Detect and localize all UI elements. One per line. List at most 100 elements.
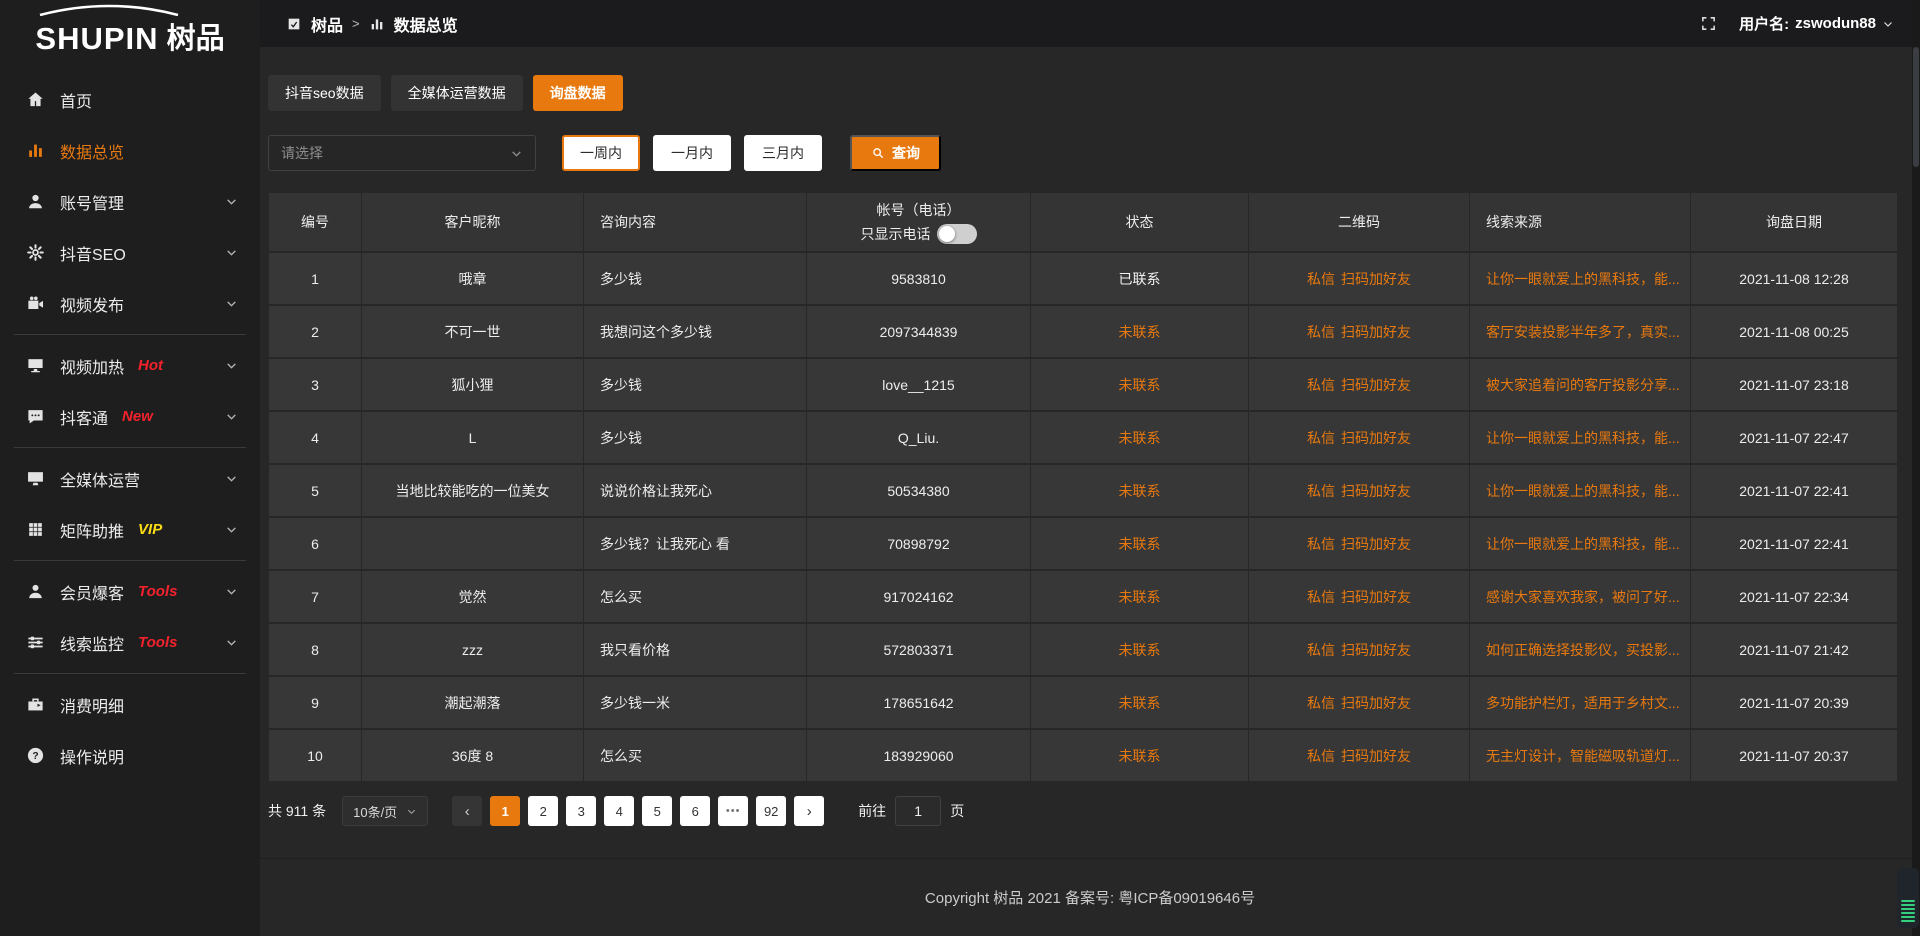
sidebar-nav: 首页数据总览账号管理抖音SEO视频发布视频加热Hot抖客通New 全媒体运营矩阵助… <box>0 74 260 781</box>
sidebar-item-label: 全媒体运营 <box>60 467 140 491</box>
sidebar-divider <box>14 334 246 335</box>
source-link[interactable]: 被大家追着问的客厅投影分享... <box>1486 377 1680 393</box>
cell-source: 让你一眼就爱上的黑科技，能... <box>1470 252 1691 305</box>
cell-account: love__1215 <box>807 358 1031 411</box>
period-button-2[interactable]: 三月内 <box>744 135 822 171</box>
question-icon: ? <box>26 746 45 765</box>
scrollbar-thumb[interactable] <box>1913 47 1919 167</box>
sidebar-item-monitor[interactable]: 全媒体运营 <box>0 453 260 504</box>
sidebar-item-home[interactable]: 首页 <box>0 74 260 125</box>
status-badge: 未联系 <box>1031 305 1249 358</box>
scan-add-friend-link[interactable]: 扫码加好友 <box>1341 746 1411 766</box>
sidebar-item-matrix-grid[interactable]: 矩阵助推VIP <box>0 504 260 555</box>
goto-page-input[interactable] <box>895 796 941 826</box>
private-message-link[interactable]: 私信 <box>1307 322 1335 342</box>
page-button-6[interactable]: 6 <box>680 796 710 826</box>
source-link[interactable]: 让你一眼就爱上的黑科技，能... <box>1486 430 1680 446</box>
next-page-button[interactable]: › <box>794 796 824 826</box>
scan-add-friend-link[interactable]: 扫码加好友 <box>1341 322 1411 342</box>
tab-1[interactable]: 全媒体运营数据 <box>391 75 523 111</box>
sidebar-item-screen-heat[interactable]: 视频加热Hot <box>0 340 260 391</box>
prev-page-button[interactable]: ‹ <box>452 796 482 826</box>
query-button-label: 查询 <box>892 143 920 163</box>
source-link[interactable]: 让你一眼就爱上的黑科技，能... <box>1486 483 1680 499</box>
private-message-link[interactable]: 私信 <box>1307 640 1335 660</box>
source-link[interactable]: 如何正确选择投影仪，买投影... <box>1486 642 1680 658</box>
page-size-select[interactable]: 10条/页 <box>342 796 428 826</box>
sidebar-item-briefcase[interactable]: 消费明细 <box>0 679 260 730</box>
private-message-link[interactable]: 私信 <box>1307 746 1335 766</box>
source-link[interactable]: 让你一眼就爱上的黑科技，能... <box>1486 271 1680 287</box>
phone-only-toggle[interactable] <box>937 224 977 244</box>
cell-content: 多少钱 <box>584 252 807 305</box>
sidebar-item-sliders[interactable]: 线索监控Tools <box>0 617 260 668</box>
table-row: 6多少钱？让我死心 看70898792未联系私信扫码加好友让你一眼就爱上的黑科技… <box>269 517 1898 570</box>
scan-add-friend-link[interactable]: 扫码加好友 <box>1341 481 1411 501</box>
sidebar-item-video-publish[interactable]: 视频发布 <box>0 278 260 329</box>
private-message-link[interactable]: 私信 <box>1307 269 1335 289</box>
corner-widget[interactable] <box>1897 868 1919 928</box>
page-button-5[interactable]: 5 <box>642 796 672 826</box>
sidebar-item-chat[interactable]: 抖客通New <box>0 391 260 442</box>
scan-add-friend-link[interactable]: 扫码加好友 <box>1341 428 1411 448</box>
sidebar-item-label: 首页 <box>60 88 92 112</box>
sidebar-item-member[interactable]: 会员爆客Tools <box>0 566 260 617</box>
scan-add-friend-link[interactable]: 扫码加好友 <box>1341 375 1411 395</box>
private-message-link[interactable]: 私信 <box>1307 375 1335 395</box>
filter-bar: 请选择 一周内一月内三月内 查询 <box>268 135 1898 171</box>
private-message-link[interactable]: 私信 <box>1307 428 1335 448</box>
cell-account: 70898792 <box>807 517 1031 570</box>
video-publish-icon <box>26 294 45 313</box>
page-ellipsis-button[interactable]: ••• <box>718 796 748 826</box>
user-menu[interactable]: 用户名: zswodun88 <box>1739 13 1894 34</box>
query-button[interactable]: 查询 <box>850 135 941 171</box>
page-button-3[interactable]: 3 <box>566 796 596 826</box>
tab-0[interactable]: 抖音seo数据 <box>268 75 381 111</box>
status-badge: 已联系 <box>1031 252 1249 305</box>
page-button-92[interactable]: 92 <box>756 796 786 826</box>
sidebar-item-bar-chart[interactable]: 数据总览 <box>0 125 260 176</box>
source-link[interactable]: 多功能护栏灯，适用于乡村文... <box>1486 695 1680 711</box>
scrollbar[interactable] <box>1912 0 1920 936</box>
scan-add-friend-link[interactable]: 扫码加好友 <box>1341 534 1411 554</box>
scan-add-friend-link[interactable]: 扫码加好友 <box>1341 587 1411 607</box>
source-link[interactable]: 让你一眼就爱上的黑科技，能... <box>1486 536 1680 552</box>
source-link[interactable]: 客厅安装投影半年多了，真实... <box>1486 324 1680 340</box>
sidebar-item-badge: New <box>122 408 153 425</box>
page-button-1[interactable]: 1 <box>490 796 520 826</box>
private-message-link[interactable]: 私信 <box>1307 481 1335 501</box>
breadcrumb-app[interactable]: 树品 <box>311 12 343 36</box>
tab-2[interactable]: 询盘数据 <box>533 75 623 111</box>
cell-id: 9 <box>269 676 362 729</box>
pagination: 共 911 条 10条/页 ‹123456•••92› 前往 页 <box>268 796 1898 826</box>
bar-chart-icon <box>26 141 45 160</box>
private-message-link[interactable]: 私信 <box>1307 534 1335 554</box>
cell-content: 多少钱？让我死心 看 <box>584 517 807 570</box>
scan-add-friend-link[interactable]: 扫码加好友 <box>1341 693 1411 713</box>
source-link[interactable]: 感谢大家喜欢我家，被问了好... <box>1486 589 1680 605</box>
sidebar-item-gear[interactable]: 抖音SEO <box>0 227 260 278</box>
private-message-link[interactable]: 私信 <box>1307 693 1335 713</box>
bar-chart-icon <box>369 16 385 32</box>
sidebar-item-user[interactable]: 账号管理 <box>0 176 260 227</box>
scan-add-friend-link[interactable]: 扫码加好友 <box>1341 269 1411 289</box>
chevron-down-icon <box>225 523 238 536</box>
sidebar-item-label: 线索监控 <box>60 631 124 655</box>
sidebar-item-badge: Hot <box>138 357 163 374</box>
cell-date: 2021-11-07 22:47 <box>1691 411 1898 464</box>
col-header-nickname: 客户昵称 <box>362 192 584 252</box>
cell-id: 1 <box>269 252 362 305</box>
period-button-0[interactable]: 一周内 <box>562 135 640 171</box>
period-button-1[interactable]: 一月内 <box>653 135 731 171</box>
filter-select[interactable]: 请选择 <box>268 135 536 171</box>
scan-add-friend-link[interactable]: 扫码加好友 <box>1341 640 1411 660</box>
source-link[interactable]: 无主灯设计，智能磁吸轨道灯... <box>1486 748 1680 764</box>
fullscreen-icon[interactable] <box>1700 15 1717 32</box>
cell-content: 怎么买 <box>584 729 807 782</box>
main-area: 抖音seo数据全媒体运营数据询盘数据 请选择 一周内一月内三月内 查询 <box>260 47 1920 936</box>
page-button-4[interactable]: 4 <box>604 796 634 826</box>
cell-id: 3 <box>269 358 362 411</box>
private-message-link[interactable]: 私信 <box>1307 587 1335 607</box>
page-button-2[interactable]: 2 <box>528 796 558 826</box>
sidebar-item-question[interactable]: ?操作说明 <box>0 730 260 781</box>
